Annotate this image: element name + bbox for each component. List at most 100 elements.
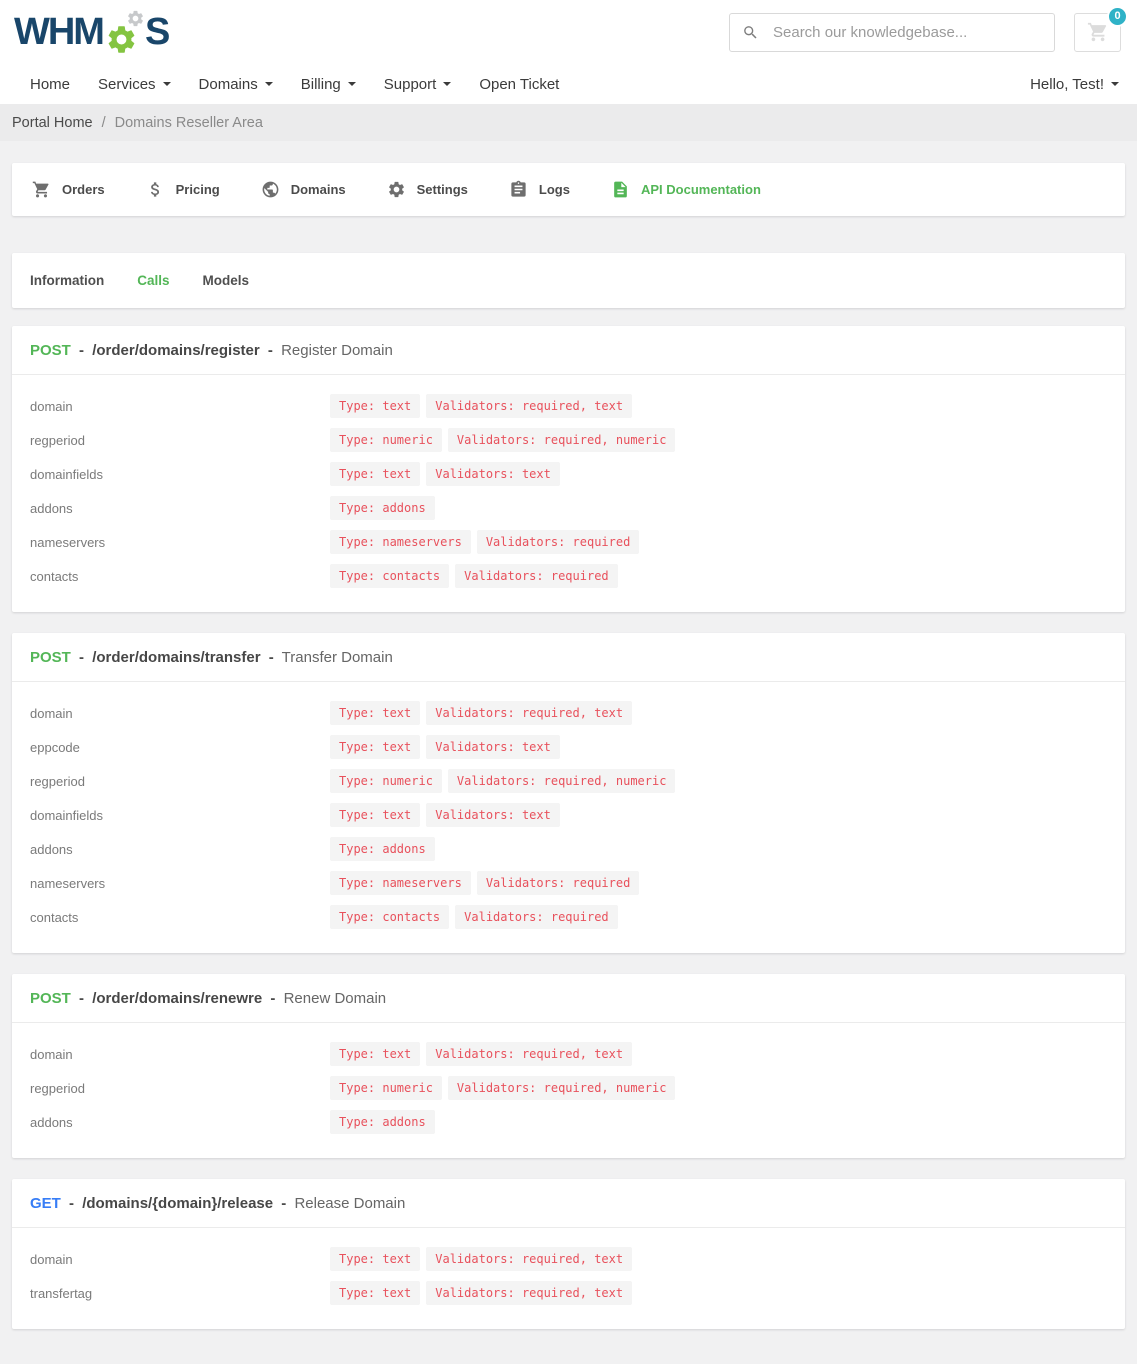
nav-item[interactable]: Open Ticket xyxy=(479,76,559,93)
param-badge: Validators: required xyxy=(455,564,618,588)
breadcrumb-home-link[interactable]: Portal Home xyxy=(12,115,93,131)
module-tab-label: API Documentation xyxy=(641,182,761,197)
chevron-down-icon xyxy=(1111,82,1119,86)
sub-tab-label: Calls xyxy=(137,273,169,288)
param-badge: Validators: required, text xyxy=(426,1247,632,1271)
endpoint-params: domain Type: text Validators: required, … xyxy=(12,375,1125,612)
param-badge: Type: nameservers xyxy=(330,871,471,895)
gear-icon xyxy=(387,180,406,199)
param-name: regperiod xyxy=(30,774,330,789)
endpoint-separator: - xyxy=(79,342,84,359)
param-badges: Type: addons xyxy=(330,837,435,861)
module-tab[interactable]: API Documentation xyxy=(611,180,761,199)
endpoint-card: POST - /order/domains/renewre - Renew Do… xyxy=(12,974,1125,1158)
param-badge: Validators: text xyxy=(426,803,560,827)
nav-item[interactable]: Domains xyxy=(199,76,273,93)
endpoint-method: GET xyxy=(30,1195,61,1212)
param-row: addons Type: addons xyxy=(30,837,1107,861)
param-badge: Type: numeric xyxy=(330,1076,442,1100)
param-badge: Type: text xyxy=(330,1042,420,1066)
param-badge: Validators: required xyxy=(455,905,618,929)
endpoint-title: Release Domain xyxy=(294,1195,405,1212)
param-name: addons xyxy=(30,1115,330,1130)
sub-tab[interactable]: Models xyxy=(203,273,250,288)
endpoint-title: Register Domain xyxy=(281,342,393,359)
endpoint-title: Transfer Domain xyxy=(282,649,393,666)
module-tab[interactable]: Settings xyxy=(387,180,468,199)
endpoint-method: POST xyxy=(30,342,71,359)
param-badge: Type: nameservers xyxy=(330,530,471,554)
param-name: transfertag xyxy=(30,1286,330,1301)
param-badge: Type: numeric xyxy=(330,428,442,452)
param-badges: Type: text Validators: text xyxy=(330,462,560,486)
param-row: contacts Type: contacts Validators: requ… xyxy=(30,905,1107,929)
search-icon xyxy=(742,24,759,41)
param-row: addons Type: addons xyxy=(30,1110,1107,1134)
endpoint-path: /order/domains/register xyxy=(92,342,260,359)
nav-item-label: Support xyxy=(384,76,437,93)
module-tab[interactable]: Logs xyxy=(509,180,570,199)
chevron-down-icon xyxy=(348,82,356,86)
module-tab[interactable]: Domains xyxy=(261,180,346,199)
param-badge: Validators: required, numeric xyxy=(448,428,676,452)
param-badge: Validators: required, numeric xyxy=(448,1076,676,1100)
param-row: domainfields Type: text Validators: text xyxy=(30,462,1107,486)
param-badge: Type: contacts xyxy=(330,564,449,588)
cart-button[interactable]: 0 xyxy=(1074,13,1121,52)
param-name: nameservers xyxy=(30,535,330,550)
module-tab[interactable]: Pricing xyxy=(146,180,220,199)
breadcrumb: Portal Home / Domains Reseller Area xyxy=(0,104,1137,141)
param-badges: Type: text Validators: required, text xyxy=(330,394,632,418)
logo-text-whm: WHM xyxy=(14,10,103,54)
param-row: nameservers Type: nameservers Validators… xyxy=(30,530,1107,554)
chevron-down-icon xyxy=(443,82,451,86)
module-tab-label: Pricing xyxy=(176,182,220,197)
breadcrumb-separator: / xyxy=(102,115,106,131)
endpoint-separator: - xyxy=(270,990,275,1007)
search-input[interactable] xyxy=(771,23,1042,42)
whmcs-logo[interactable]: WHM S xyxy=(14,9,168,55)
param-badges: Type: addons xyxy=(330,1110,435,1134)
param-badge: Type: text xyxy=(330,394,420,418)
param-row: domain Type: text Validators: required, … xyxy=(30,701,1107,725)
sub-tab-bar: Information Calls Models xyxy=(12,253,1125,308)
param-name: addons xyxy=(30,842,330,857)
breadcrumb-current: Domains Reseller Area xyxy=(115,115,263,131)
param-row: domain Type: text Validators: required, … xyxy=(30,394,1107,418)
endpoint-header: GET - /domains/{domain}/release - Releas… xyxy=(12,1179,1125,1228)
param-badge: Validators: text xyxy=(426,462,560,486)
param-row: addons Type: addons xyxy=(30,496,1107,520)
chevron-down-icon xyxy=(265,82,273,86)
param-row: regperiod Type: numeric Validators: requ… xyxy=(30,428,1107,452)
param-badge: Type: text xyxy=(330,803,420,827)
sub-tab[interactable]: Information xyxy=(30,273,104,288)
nav-item[interactable]: Billing xyxy=(301,76,356,93)
param-name: regperiod xyxy=(30,433,330,448)
sub-tab[interactable]: Calls xyxy=(137,273,169,288)
param-badges: Type: numeric Validators: required, nume… xyxy=(330,1076,675,1100)
param-badges: Type: nameservers Validators: required xyxy=(330,871,639,895)
param-row: regperiod Type: numeric Validators: requ… xyxy=(30,1076,1107,1100)
user-menu-label: Hello, Test! xyxy=(1030,76,1104,93)
module-tab[interactable]: Orders xyxy=(32,180,105,199)
param-name: nameservers xyxy=(30,876,330,891)
param-badges: Type: text Validators: required, text xyxy=(330,701,632,725)
param-row: regperiod Type: numeric Validators: requ… xyxy=(30,769,1107,793)
param-name: domainfields xyxy=(30,467,330,482)
param-badge: Type: contacts xyxy=(330,905,449,929)
module-tab-bar: Orders Pricing Domains Settings Logs xyxy=(12,163,1125,216)
dollar-icon xyxy=(146,180,165,199)
nav-item[interactable]: Services xyxy=(98,76,171,93)
param-badges: Type: text Validators: required, text xyxy=(330,1042,632,1066)
user-menu[interactable]: Hello, Test! xyxy=(1030,76,1119,93)
param-badge: Validators: required, numeric xyxy=(448,769,676,793)
endpoint-header: POST - /order/domains/transfer - Transfe… xyxy=(12,633,1125,682)
param-badge: Type: numeric xyxy=(330,769,442,793)
endpoint-path: /order/domains/renewre xyxy=(92,990,262,1007)
nav-item[interactable]: Support xyxy=(384,76,452,93)
endpoint-card: POST - /order/domains/register - Registe… xyxy=(12,326,1125,612)
param-name: contacts xyxy=(30,910,330,925)
nav-item[interactable]: Home xyxy=(30,76,70,93)
endpoint-separator: - xyxy=(79,649,84,666)
param-badge: Validators: required, text xyxy=(426,394,632,418)
